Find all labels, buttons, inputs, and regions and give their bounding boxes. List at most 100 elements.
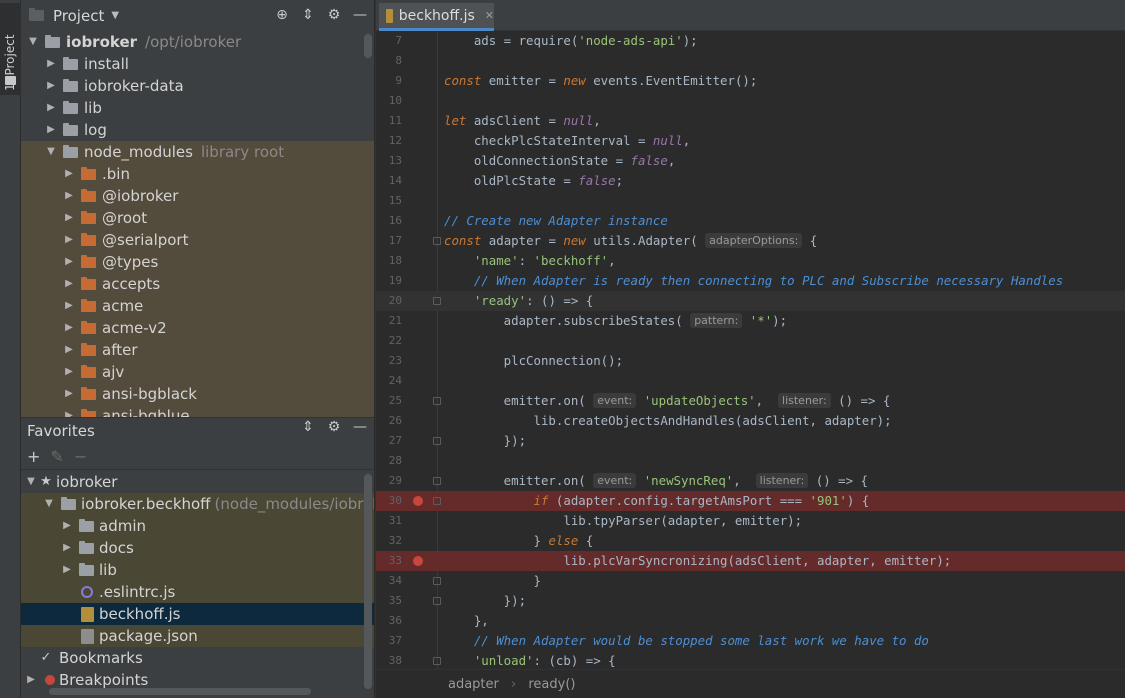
line-number[interactable]: 15 [376,191,402,211]
fold-marker-icon[interactable] [433,237,441,245]
line-number[interactable]: 9 [376,71,402,91]
favorites-row[interactable]: ▼ ★ iobroker [21,471,374,493]
tree-row[interactable]: ▶ ansi-bgblue [21,405,374,417]
breakpoint-icon[interactable] [413,556,423,566]
code-line[interactable]: 18 'name': 'beckhoff', [376,251,1125,271]
code-line[interactable]: 29 emitter.on( event: 'newSyncReq', list… [376,471,1125,491]
code-line[interactable]: 11 let adsClient = null, [376,111,1125,131]
fold-marker-icon[interactable] [433,597,441,605]
tree-row[interactable]: ▶ log [21,119,374,141]
favorites-row[interactable]: ▶ docs [21,537,374,559]
add-icon[interactable]: + [27,447,40,466]
code-line[interactable]: 17 const adapter = new utils.Adapter( ada… [376,231,1125,251]
favorites-row[interactable]: ▼ iobroker.beckhoff(node_modules/iobroker [21,493,374,515]
collapsed-arrow-icon[interactable]: ▶ [45,75,57,97]
code-line[interactable]: 28 [376,451,1125,471]
fold-marker-icon[interactable] [433,477,441,485]
code-line[interactable]: 35 }); [376,591,1125,611]
favorites-row[interactable]: ▶ lib [21,559,374,581]
line-number[interactable]: 37 [376,631,402,651]
tree-row[interactable]: ▶ after [21,339,374,361]
code-line[interactable]: 38 'unload': (cb) => { [376,651,1125,669]
code-line[interactable]: 22 [376,331,1125,351]
favorites-horizontal-scrollbar[interactable] [49,688,311,695]
project-scrollbar[interactable] [364,34,372,58]
collapsed-arrow-icon[interactable]: ▶ [63,295,75,317]
collapsed-arrow-icon[interactable]: ▶ [63,229,75,251]
breakpoint-icon[interactable] [413,496,423,506]
collapsed-arrow-icon[interactable]: ▶ [45,119,57,141]
fold-marker-icon[interactable] [433,297,441,305]
tree-row[interactable]: ▶ ajv [21,361,374,383]
code-line[interactable]: 24 [376,371,1125,391]
line-number[interactable]: 31 [376,511,402,531]
fold-marker-icon[interactable] [433,497,441,505]
line-number[interactable]: 14 [376,171,402,191]
line-number[interactable]: 29 [376,471,402,491]
fold-marker-icon[interactable] [433,577,441,585]
tree-row[interactable]: ▶ acme [21,295,374,317]
collapsed-arrow-icon[interactable]: ▶ [61,515,73,537]
tree-row[interactable]: ▶ @serialport [21,229,374,251]
line-number[interactable]: 22 [376,331,402,351]
code-line[interactable]: 12 checkPlcStateInterval = null, [376,131,1125,151]
line-number[interactable]: 25 [376,391,402,411]
line-number[interactable]: 35 [376,591,402,611]
code-line[interactable]: 16 // Create new Adapter instance [376,211,1125,231]
collapse-all-icon[interactable]: ⇕ [300,6,316,24]
code-line[interactable]: 20 'ready': () => { [376,291,1125,311]
tree-row[interactable]: ▶ @types [21,251,374,273]
code-line[interactable]: 31 lib.tpyParser(adapter, emitter); [376,511,1125,531]
collapsed-arrow-icon[interactable]: ▶ [63,361,75,383]
collapsed-arrow-icon[interactable]: ▶ [63,405,75,417]
expanded-arrow-icon[interactable]: ▼ [25,471,37,493]
collapsed-arrow-icon[interactable]: ▶ [45,53,57,75]
locate-icon[interactable]: ⊕ [274,6,290,24]
favorites-row[interactable]: .eslintrc.js [21,581,374,603]
code-line[interactable]: 27 }); [376,431,1125,451]
line-number[interactable]: 12 [376,131,402,151]
collapse-all-icon[interactable]: ⇕ [300,418,316,436]
line-number[interactable]: 24 [376,371,402,391]
expanded-arrow-icon[interactable]: ▼ [27,31,39,53]
code-line[interactable]: 19 // When Adapter is ready then connect… [376,271,1125,291]
gear-icon[interactable]: ⚙ [326,6,342,24]
collapsed-arrow-icon[interactable]: ▶ [61,559,73,581]
collapsed-arrow-icon[interactable]: ▶ [63,273,75,295]
code-line[interactable]: 32 } else { [376,531,1125,551]
fold-marker-icon[interactable] [433,437,441,445]
collapsed-arrow-icon[interactable]: ▶ [61,537,73,559]
line-number[interactable]: 10 [376,91,402,111]
code-line[interactable]: 7 ads = require('node-ads-api'); [376,31,1125,51]
collapsed-arrow-icon[interactable]: ▶ [63,207,75,229]
line-number[interactable]: 17 [376,231,402,251]
collapsed-arrow-icon[interactable]: ▶ [63,185,75,207]
line-number[interactable]: 32 [376,531,402,551]
line-number[interactable]: 7 [376,31,402,51]
code-line[interactable]: 8 [376,51,1125,71]
line-number[interactable]: 38 [376,651,402,669]
tree-row[interactable]: ▶ lib [21,97,374,119]
code-line[interactable]: 30 if (adapter.config.targetAmsPort === … [376,491,1125,511]
favorites-row[interactable]: ▶ admin [21,515,374,537]
line-number[interactable]: 8 [376,51,402,71]
favorites-scrollbar[interactable] [364,474,372,689]
line-number[interactable]: 21 [376,311,402,331]
line-number[interactable]: 26 [376,411,402,431]
tree-row[interactable]: ▶ @root [21,207,374,229]
favorites-row[interactable]: ✓ Bookmarks [21,647,374,669]
line-number[interactable]: 28 [376,451,402,471]
close-icon[interactable]: ✕ [485,9,494,22]
line-number[interactable]: 34 [376,571,402,591]
tree-row[interactable]: ▼ node_modules library root [21,141,374,163]
line-number[interactable]: 13 [376,151,402,171]
tree-row[interactable]: ▶ install [21,53,374,75]
code-line[interactable]: 25 emitter.on( event: 'updateObjects', l… [376,391,1125,411]
favorites-row[interactable]: package.json [21,625,374,647]
project-panel-title[interactable]: Project [53,7,104,25]
tree-row[interactable]: ▶ @iobroker [21,185,374,207]
line-number[interactable]: 30 [376,491,402,511]
hide-icon[interactable]: — [352,6,368,24]
line-number[interactable]: 27 [376,431,402,451]
code-line[interactable]: 33 lib.plcVarSyncronizing(adsClient, ada… [376,551,1125,571]
